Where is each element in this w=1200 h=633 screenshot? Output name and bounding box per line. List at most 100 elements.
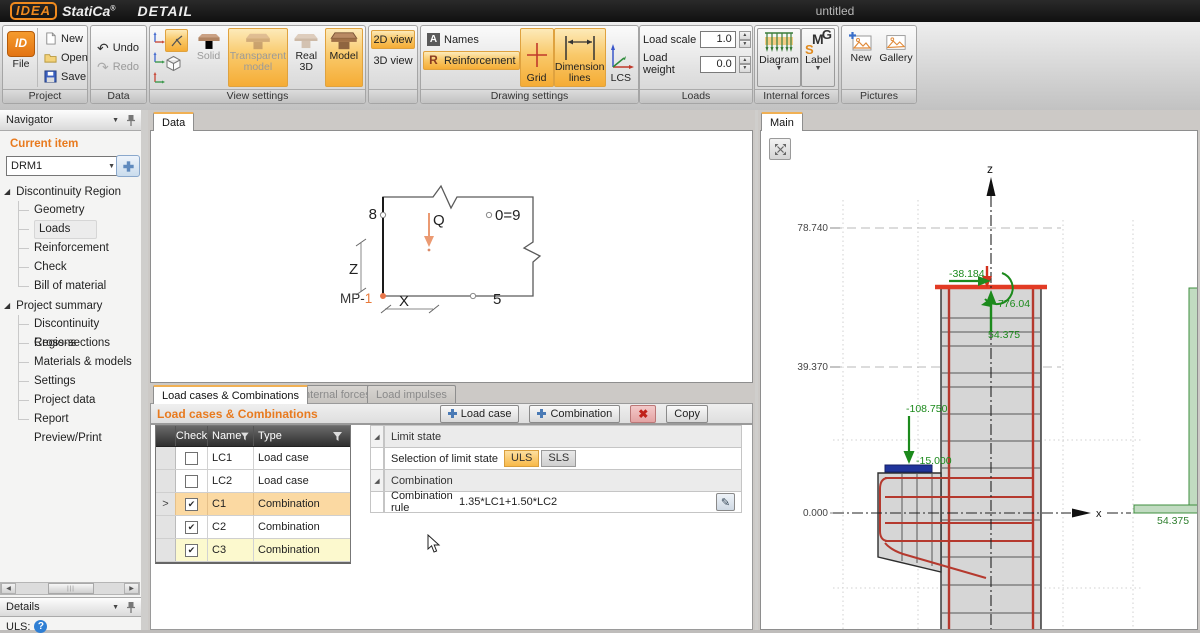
col-type[interactable]: Type <box>254 426 346 446</box>
copy-button[interactable]: Copy <box>666 405 708 423</box>
sidebar-item-bill-of-material[interactable]: Bill of material <box>4 277 139 296</box>
details-pin-icon[interactable] <box>127 602 135 613</box>
sidebar-item-report-preview[interactable]: Report Preview/Print <box>4 410 139 429</box>
perspective-cube-icon[interactable] <box>165 55 182 72</box>
add-load-case-button[interactable]: Load case <box>440 405 520 423</box>
table-row-selected[interactable]: ˃ ✔ C1 Combination <box>156 493 350 516</box>
sidebar-item-materials-models[interactable]: Materials & models <box>4 353 139 372</box>
axis-view-yz-icon[interactable] <box>152 71 165 84</box>
checkbox-unchecked[interactable] <box>185 452 198 465</box>
load-diagram-shape: 54.375 <box>1134 288 1197 527</box>
sketch-z-dim: Z <box>349 261 358 278</box>
sidebar-item-check[interactable]: Check <box>4 258 139 277</box>
current-item-select[interactable]: DRM1▼ <box>6 156 120 176</box>
sidebar-item-project-data[interactable]: Project data <box>4 391 139 410</box>
solid-button[interactable]: Solid <box>189 28 227 87</box>
combination-properties: ◢ Limit state Selection of limit state U… <box>370 425 742 513</box>
sidebar-item-discontinuity-regions[interactable]: Discontinuity Regions <box>4 315 139 334</box>
tab-main[interactable]: Main <box>761 112 803 131</box>
checkbox-checked[interactable]: ✔ <box>185 544 198 557</box>
sidebar-item-loads[interactable]: Loads <box>4 220 139 239</box>
fit-view-button[interactable] <box>769 138 791 160</box>
expander-icon[interactable]: ◢ <box>4 301 10 310</box>
dimension-lines-icon <box>560 34 600 62</box>
save-button[interactable]: Save <box>40 67 92 86</box>
checkbox-checked[interactable]: ✔ <box>185 521 198 534</box>
details-collapse-icon[interactable]: ▼ <box>112 605 119 610</box>
filter-icon[interactable] <box>241 432 249 441</box>
axis-view-xz-icon[interactable] <box>152 31 165 44</box>
sidebar-item-geometry[interactable]: Geometry <box>4 201 139 220</box>
sketch-load-q: Q <box>433 212 445 229</box>
tab-load-impulses[interactable]: Load impulses <box>367 385 456 404</box>
transparent-model-button[interactable]: Transparent model <box>228 28 288 87</box>
load-weight-input[interactable]: 0.0 <box>700 56 736 73</box>
sidebar-item-settings[interactable]: Settings <box>4 372 139 391</box>
col-check[interactable]: Check <box>176 426 208 446</box>
axonometry-button[interactable] <box>165 29 188 52</box>
tab-load-cases-combinations[interactable]: Load cases & Combinations <box>153 385 308 404</box>
collapse-triangle-icon[interactable]: ◢ <box>370 469 384 491</box>
table-row-hovered[interactable]: ✔ C3 Combination <box>156 539 350 562</box>
dimension-lines-button[interactable]: Dimension lines <box>554 28 606 87</box>
scrollbar-thumb[interactable]: ||| <box>48 583 93 594</box>
undo-button[interactable]: ↶Undo <box>93 39 143 58</box>
scroll-right-icon[interactable]: ▶ <box>124 583 139 594</box>
view-3d-button[interactable]: 3D view <box>371 51 415 70</box>
table-row[interactable]: LC2 Load case <box>156 470 350 493</box>
sls-toggle[interactable]: SLS <box>541 450 576 467</box>
uls-toggle[interactable]: ULS <box>504 450 539 467</box>
delete-button[interactable]: ✖ <box>630 405 656 423</box>
col-name[interactable]: Name <box>208 426 254 446</box>
sketch-x-dim: X <box>399 293 409 310</box>
open-button[interactable]: Open <box>40 48 92 67</box>
load-scale-input[interactable]: 1.0 <box>700 31 736 48</box>
navigator-header[interactable]: Navigator ▼ <box>0 110 141 131</box>
picture-new-button[interactable]: New <box>844 28 878 87</box>
names-toggle[interactable]: A Names <box>423 30 520 49</box>
help-question-icon[interactable]: ? <box>34 620 47 633</box>
load-weight-spinner[interactable]: ▲▼ <box>739 56 751 73</box>
panel-splitter-left[interactable] <box>141 110 148 630</box>
model-button[interactable]: Model <box>325 28 363 87</box>
gallery-button[interactable]: Gallery <box>878 28 914 87</box>
real-3d-button[interactable]: Real 3D <box>288 28 325 87</box>
combination-header[interactable]: ◢ Combination <box>370 469 742 491</box>
load-scale-spinner[interactable]: ▲▼ <box>739 31 751 48</box>
grid-button[interactable]: Grid <box>520 28 554 87</box>
new-button[interactable]: New <box>40 29 92 48</box>
collapse-triangle-icon[interactable]: ◢ <box>370 425 384 447</box>
filter-icon[interactable] <box>333 432 342 441</box>
view-2d-button[interactable]: 2D view <box>371 30 415 49</box>
table-row[interactable]: ✔ C2 Combination <box>156 516 350 539</box>
navigator-collapse-icon[interactable]: ▼ <box>112 118 119 123</box>
table-row[interactable]: LC1 Load case <box>156 447 350 470</box>
sidebar-item-reinforcement[interactable]: Reinforcement <box>4 239 139 258</box>
lcs-button[interactable]: LCS <box>606 28 636 87</box>
axis-view-xy-icon[interactable] <box>152 51 165 64</box>
add-item-button[interactable] <box>116 155 140 177</box>
edit-rule-button[interactable]: ✎ <box>716 493 735 511</box>
redo-button[interactable]: ↷Redo <box>93 58 143 77</box>
tree-group-discontinuity-region[interactable]: ◢ Discontinuity Region <box>4 182 139 201</box>
sidebar-item-cross-sections[interactable]: Cross-sections <box>4 334 139 353</box>
expander-icon[interactable]: ◢ <box>4 187 10 196</box>
reinforcement-toggle[interactable]: R Reinforcement <box>423 51 520 70</box>
limit-state-header[interactable]: ◢ Limit state <box>370 425 742 447</box>
tab-data[interactable]: Data <box>153 112 194 131</box>
file-button[interactable]: ID File <box>5 28 37 87</box>
checkbox-unchecked[interactable] <box>185 475 198 488</box>
tree-group-project-summary[interactable]: ◢ Project summary <box>4 296 139 315</box>
sketch-canvas[interactable]: 8 0=9 5 Q Z X MP-1 <box>150 130 753 383</box>
add-combination-button[interactable]: Combination <box>529 405 620 423</box>
navigator-pin-icon[interactable] <box>127 115 135 126</box>
ribbon-group-project: ID File New Open Save Project <box>2 25 88 104</box>
checkbox-checked[interactable]: ✔ <box>185 498 198 511</box>
scroll-left-icon[interactable]: ◀ <box>1 583 16 594</box>
main-drawing-canvas[interactable]: 78.740 39.370 0.000 54.375 <box>760 130 1198 630</box>
label-button[interactable]: S M G Label▼ <box>801 28 835 87</box>
navigator-hscrollbar[interactable]: ◀ ||| ▶ <box>0 582 140 595</box>
combination-rule-row: Combination rule 1.35*LC1+1.50*LC2 ✎ <box>370 491 742 513</box>
details-header[interactable]: Details ▼ <box>0 597 141 617</box>
diagram-button[interactable]: Diagram▼ <box>757 28 801 87</box>
